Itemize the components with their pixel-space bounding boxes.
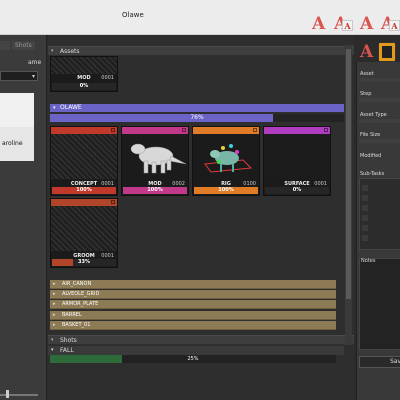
user-dropdown[interactable]: ▾ [0,71,38,81]
field-label-modified: Modified [360,153,382,159]
olawe-progress-text: 76% [190,114,204,121]
field-label-asset-type: Asset Type [360,112,387,118]
tile-progress-bar: 100% [194,187,258,194]
vertical-scrollbar[interactable] [345,45,352,345]
collapse-arrow-icon: ▾ [53,105,56,111]
asset-tile-mod[interactable]: MOD 0001 0% [50,56,118,92]
user-card-selected[interactable]: aroline [0,127,34,161]
app-a-icon-3[interactable]: A [360,42,380,62]
expand-arrow-icon: ▸ [53,322,56,328]
window-title: Olawe [122,11,144,19]
app-window: Olawe A AA A AA A Shots ame ▾ aroline ▾ … [0,0,400,400]
subtasks-label: Sub-Tasks [360,171,385,177]
field-label-asset: Asset [360,71,374,77]
subtask-checkbox[interactable] [362,225,368,231]
notes-label: Notes [361,258,376,264]
expand-arrow-icon: ▸ [53,301,56,307]
tab-first[interactable] [0,41,10,50]
tile-progress-bar: 33% [52,259,116,266]
app-a-icon[interactable]: A [312,14,332,34]
collapse-arrow-icon: ▾ [51,48,54,54]
project-row-air-canon[interactable]: ▸ AIR_CANON [50,280,336,289]
task-tile-rig[interactable]: RIG 0100 100% [192,126,260,196]
tile-number: 0001 [101,75,114,81]
zoom-slider-handle[interactable] [6,390,9,398]
olawe-group-header[interactable]: ▾ OLAWE [50,104,344,112]
tool-icon[interactable] [378,42,396,62]
field-label-step: Step [360,91,372,97]
step-field[interactable] [359,98,400,102]
rig-model-preview [193,134,259,179]
title-bar: Olawe A AA A AA [0,0,400,35]
task-tile-mod[interactable]: MOD 0002 100% [121,126,189,196]
shots-section-header[interactable]: ▾ Shots [48,335,354,344]
name-label: ame [28,59,42,66]
file-size-field[interactable] [359,139,400,143]
collapse-arrow-icon: ▾ [51,347,54,353]
field-label-file-size: File Size [360,132,381,138]
project-row-basket-01[interactable]: ▸ BASKET_01 [50,321,336,330]
shots-section-label: Shots [60,337,77,344]
task-tile-concept[interactable]: CONCEPT 0001 100% [50,126,118,196]
assets-section-label: Assets [60,48,80,55]
tile-progress-bar: 0% [265,187,329,194]
project-row-alveole-grid[interactable]: ▸ ALVEOLE_GRID [50,290,336,299]
subtask-checkbox[interactable] [362,215,368,221]
subtask-checkbox[interactable] [362,195,368,201]
olawe-group-label: OLAWE [60,104,82,111]
expand-arrow-icon: ▸ [53,291,56,297]
main-view: ▾ Assets MOD 0001 0% ▾ OLAWE 76% CONCEPT… [48,35,354,400]
expand-arrow-icon: ▸ [53,281,56,287]
details-panel: Asset Step Asset Type File Size Modified… [356,62,400,400]
scrollbar-thumb[interactable] [346,49,351,299]
tile-progress-bar: 100% [123,187,187,194]
user-card[interactable] [0,93,34,127]
fall-progress-bar: 25% [50,355,336,363]
task-tile-groom[interactable]: GROOM 0001 33% [50,198,118,268]
left-panel: Shots ame ▾ aroline [0,35,47,400]
subtasks-list[interactable] [359,178,400,250]
expand-arrow-icon: ▸ [53,312,56,318]
task-tile-surface[interactable]: SURFACE 0001 0% [263,126,331,196]
assets-section-header[interactable]: ▾ Assets [48,46,354,55]
project-row-barrel[interactable]: ▸ BARREL [50,311,336,320]
notes-field[interactable] [359,258,400,350]
save-button[interactable]: Sav [359,356,400,368]
fall-group-header[interactable]: ▾ FALL [48,346,344,355]
fall-group-label: FALL [60,347,74,354]
project-row-armor-plate[interactable]: ▸ ARMOR_PLATE [50,300,336,309]
creature-model-preview [122,134,188,179]
app-a-icon-2[interactable]: A [360,14,380,34]
chevron-down-icon: ▾ [31,73,35,80]
user-card-name: aroline [2,140,23,147]
fall-progress-text: 25% [187,356,199,362]
asset-field[interactable] [359,78,400,82]
subtask-checkbox[interactable] [362,185,368,191]
asset-type-field[interactable] [359,119,400,123]
tile-progress-bar: 0% [52,83,116,90]
app-a-doc-icon[interactable]: AA [334,14,354,34]
tile-progress-bar: 100% [52,187,116,194]
tab-shots[interactable]: Shots [12,41,35,50]
subtask-checkbox[interactable] [362,205,368,211]
app-a-doc-icon-2[interactable]: AA [381,14,400,34]
subtask-checkbox[interactable] [362,235,368,241]
collapse-arrow-icon: ▾ [51,337,54,343]
olawe-progress-bar: 76% [50,114,344,122]
